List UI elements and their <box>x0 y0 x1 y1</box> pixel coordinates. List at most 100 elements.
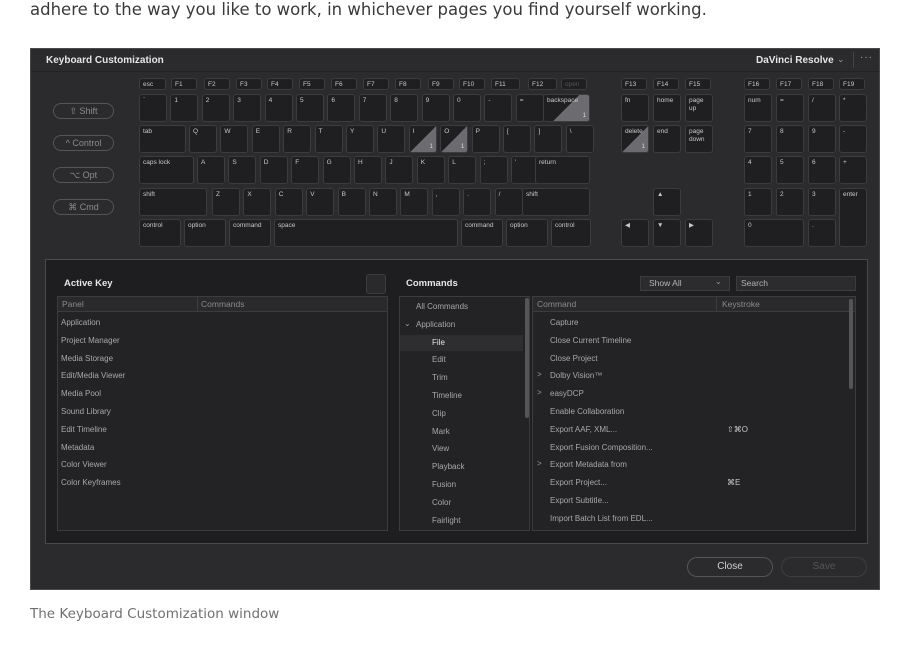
panel-row-project-manager[interactable]: Project Manager <box>61 336 120 345</box>
key-u[interactable]: U <box>377 125 406 153</box>
key-control[interactable]: control <box>551 219 591 247</box>
key-backspace[interactable]: backspace 1 <box>543 94 590 122</box>
panel-row-application[interactable]: Application <box>61 318 100 327</box>
key-f17[interactable]: F17 <box>776 78 802 90</box>
tree-item-color[interactable]: Color <box>432 498 451 507</box>
tree-item-all-commands[interactable]: All Commands <box>416 302 468 311</box>
numpad-key-3[interactable]: 3 <box>808 188 836 216</box>
key-y[interactable]: Y <box>346 125 374 153</box>
more-options-icon[interactable]: ··· <box>860 52 873 63</box>
command-column-header[interactable]: Command <box>537 299 576 309</box>
key-z[interactable]: Z <box>212 188 240 216</box>
numpad-key-sym[interactable]: * <box>839 94 867 122</box>
tree-item-mark[interactable]: Mark <box>432 427 450 436</box>
key-sym[interactable]: = <box>515 94 544 122</box>
modifier-shift-button[interactable]: ⇧ Shift <box>53 103 114 119</box>
numpad-key-6[interactable]: 6 <box>808 156 836 184</box>
key-v[interactable]: V <box>306 188 335 216</box>
key-f11[interactable]: F11 <box>491 78 520 90</box>
key-e[interactable]: E <box>251 125 280 153</box>
command-row-capture[interactable]: Capture <box>550 318 578 327</box>
key-7[interactable]: 7 <box>358 94 387 122</box>
key-option[interactable]: option <box>506 219 548 247</box>
key-a[interactable]: A <box>197 156 225 184</box>
key-i[interactable]: I1 <box>408 125 437 153</box>
numpad-key-8[interactable]: 8 <box>776 125 804 153</box>
key-2[interactable]: 2 <box>201 94 230 122</box>
key-shift[interactable]: shift <box>522 188 590 216</box>
numpad-key-sym[interactable]: / <box>808 94 836 122</box>
key-f16[interactable]: F16 <box>744 78 770 90</box>
panel-row-edit-timeline[interactable]: Edit Timeline <box>61 425 107 434</box>
key-control[interactable]: control <box>139 219 181 247</box>
numpad-key-enter[interactable]: enter <box>839 188 867 247</box>
chevron-down-icon[interactable]: ⌄ <box>404 319 411 328</box>
modifier-control-button[interactable]: ^ Control <box>53 135 114 151</box>
key-home[interactable]: home <box>653 94 681 122</box>
key-delete[interactable]: delete 1 <box>621 125 649 153</box>
key-esc[interactable]: esc <box>139 78 166 90</box>
modifier-command-button[interactable]: ⌘ Cmd <box>53 199 114 215</box>
tree-scrollbar[interactable] <box>525 298 529 418</box>
key-f2[interactable]: F2 <box>204 78 230 90</box>
key-3[interactable]: 3 <box>233 94 262 122</box>
keystroke-column-header[interactable]: Keystroke <box>722 299 760 309</box>
panel-row-sound-library[interactable]: Sound Library <box>61 407 111 416</box>
command-row-enable-collaboration[interactable]: Enable Collaboration <box>550 407 624 416</box>
tree-item-fairlight[interactable]: Fairlight <box>432 516 460 525</box>
numpad-key-7[interactable]: 7 <box>744 125 772 153</box>
key-shift[interactable]: shift <box>139 188 207 216</box>
key-sym[interactable]: ` <box>139 94 167 122</box>
key-option[interactable]: option <box>184 219 226 247</box>
key-f19[interactable]: F19 <box>839 78 865 90</box>
command-row-close-current-timeline[interactable]: Close Current Timeline <box>550 336 631 345</box>
tree-item-trim[interactable]: Trim <box>432 373 448 382</box>
commands-column-header[interactable]: Commands <box>201 299 244 309</box>
key-page-down[interactable]: page down <box>685 125 713 153</box>
search-input[interactable]: Search <box>736 276 856 291</box>
numpad-key-sym[interactable]: = <box>776 94 804 122</box>
key-f[interactable]: F <box>291 156 320 184</box>
tree-item-application[interactable]: Application <box>416 320 455 329</box>
key-x[interactable]: X <box>243 188 272 216</box>
key-h[interactable]: H <box>354 156 382 184</box>
key-sym[interactable]: ; <box>479 156 508 184</box>
key-b[interactable]: B <box>337 188 366 216</box>
show-all-dropdown[interactable]: Show All ⌄ <box>640 276 730 291</box>
key-sym[interactable]: ] <box>534 125 563 153</box>
key-s[interactable]: S <box>228 156 257 184</box>
save-button[interactable]: Save <box>781 557 867 577</box>
numpad-key-num[interactable]: num <box>744 94 772 122</box>
tree-item-playback[interactable]: Playback <box>432 462 464 471</box>
key-j[interactable]: J <box>385 156 414 184</box>
key-f8[interactable]: F8 <box>395 78 421 90</box>
key-f1[interactable]: F1 <box>171 78 197 90</box>
command-row-dolby-vision[interactable]: Dolby Vision™ <box>550 371 602 380</box>
key-caps-lock[interactable]: caps lock <box>139 156 194 184</box>
numpad-key-sym[interactable]: - <box>839 125 867 153</box>
key-sym[interactable]: . <box>463 188 492 216</box>
command-row-import-batch-list-from-edl[interactable]: Import Batch List from EDL... <box>550 514 653 523</box>
panel-column-header[interactable]: Panel <box>62 299 84 309</box>
numpad-key-sym[interactable]: + <box>839 156 867 184</box>
tree-item-view[interactable]: View <box>432 444 449 453</box>
key-w[interactable]: W <box>220 125 249 153</box>
command-row-easydcp[interactable]: easyDCP <box>550 389 584 398</box>
numpad-key-4[interactable]: 4 <box>744 156 772 184</box>
command-row-export-project[interactable]: Export Project... <box>550 478 607 487</box>
command-row-close-project[interactable]: Close Project <box>550 354 598 363</box>
tree-item-file[interactable]: File <box>432 338 445 347</box>
preset-dropdown[interactable]: DaVinci Resolve <box>756 55 834 66</box>
tree-item-clip[interactable]: Clip <box>432 409 446 418</box>
panel-row-color-keyframes[interactable]: Color Keyframes <box>61 478 121 487</box>
key-f10[interactable]: F10 <box>459 78 485 90</box>
numpad-key-9[interactable]: 9 <box>808 125 836 153</box>
key-f7[interactable]: F7 <box>363 78 389 90</box>
modifier-option-button[interactable]: ⌥ Opt <box>53 167 114 183</box>
key-command[interactable]: command <box>461 219 503 247</box>
key-l[interactable]: L <box>448 156 477 184</box>
tree-item-edit[interactable]: Edit <box>432 355 446 364</box>
panel-row-media-pool[interactable]: Media Pool <box>61 389 101 398</box>
chevron-down-icon[interactable]: ⌄ <box>837 54 845 65</box>
numpad-key-0[interactable]: 0 <box>744 219 804 247</box>
